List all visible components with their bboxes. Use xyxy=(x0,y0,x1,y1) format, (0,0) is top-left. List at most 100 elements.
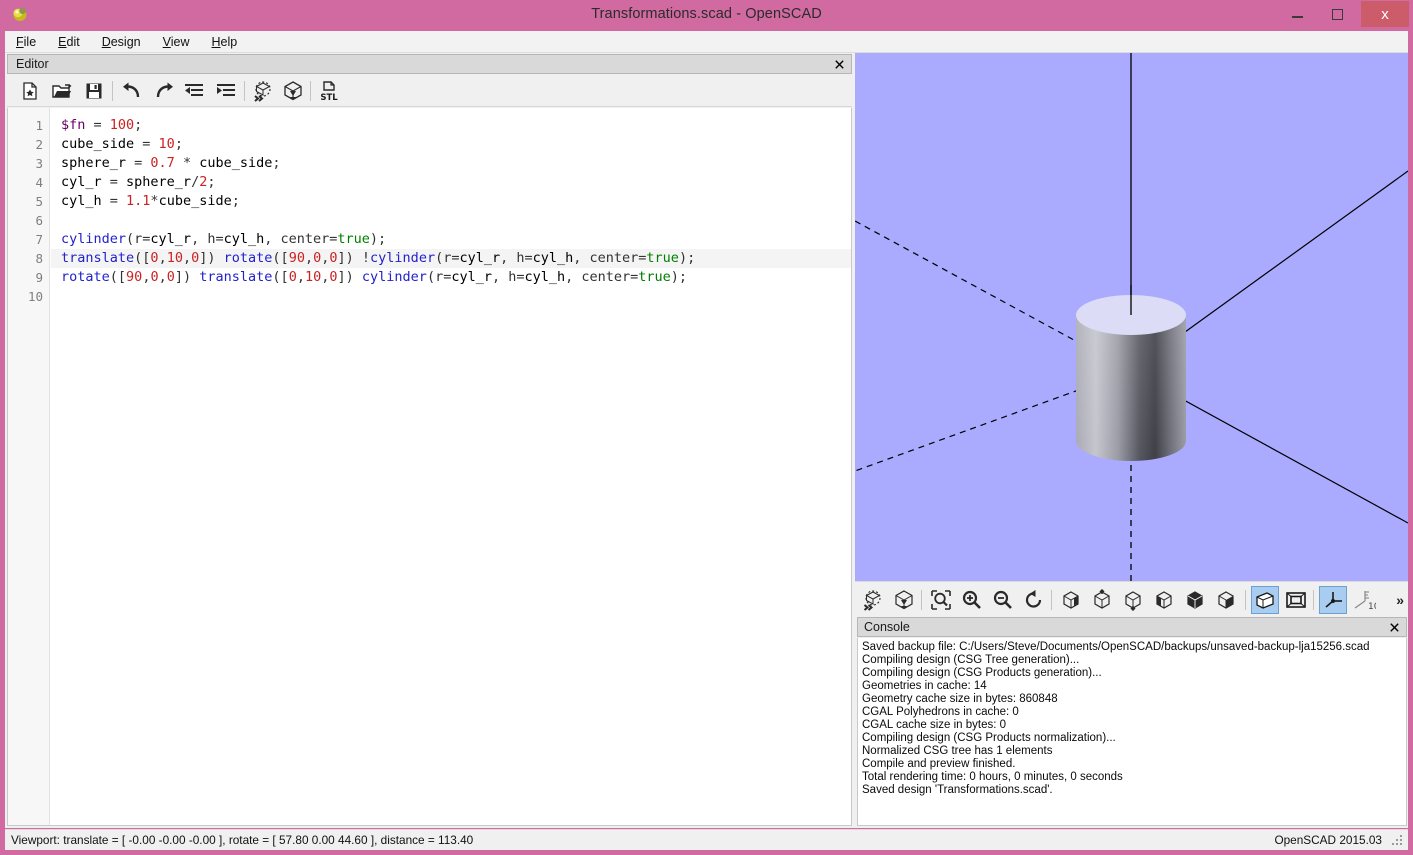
code-token: ; xyxy=(175,136,183,152)
toolbar-overflow-button[interactable]: » xyxy=(1396,592,1404,608)
orthogonal-view-icon xyxy=(1285,589,1307,611)
show-axes-button[interactable] xyxy=(1319,586,1347,614)
code-line[interactable] xyxy=(51,287,851,306)
application-window: Transformations.scad - OpenSCAD x FileEd… xyxy=(0,0,1413,855)
view-top-button[interactable] xyxy=(1088,586,1116,614)
code-token: = xyxy=(134,136,158,152)
zoom-out-icon xyxy=(992,589,1014,611)
view-right-icon xyxy=(1060,589,1082,611)
code-token: ); xyxy=(679,250,695,266)
save-file-button[interactable] xyxy=(81,78,107,104)
new-file-button[interactable] xyxy=(17,78,43,104)
code-token: cube_side xyxy=(159,193,232,209)
zoom-in-icon xyxy=(961,589,983,611)
console-close-button[interactable] xyxy=(1384,619,1404,636)
code-token: , xyxy=(183,250,191,266)
export-stl-button[interactable]: STL xyxy=(316,78,342,104)
code-editor[interactable]: 12345678910 $fn = 100;cube_side = 10;sph… xyxy=(7,108,852,826)
preview-csg-icon xyxy=(862,589,884,611)
code-line[interactable]: cylinder(r=cyl_r, h=cyl_h, center=true); xyxy=(51,230,851,249)
orthogonal-button[interactable] xyxy=(1282,586,1310,614)
preview-button[interactable] xyxy=(250,78,276,104)
code-line[interactable]: $fn = 100; xyxy=(51,116,851,135)
code-line[interactable] xyxy=(51,211,851,230)
zoom-in-button[interactable] xyxy=(958,586,986,614)
show-scale-button[interactable]: 10 xyxy=(1350,586,1378,614)
code-token: 10 xyxy=(305,269,321,285)
minimize-button[interactable] xyxy=(1277,0,1317,28)
version-label: OpenSCAD 2015.03 xyxy=(1274,830,1382,850)
code-token: ; xyxy=(134,117,142,133)
maximize-button[interactable] xyxy=(1317,0,1357,28)
code-token: cylinder xyxy=(61,231,126,247)
code-token: ]) xyxy=(338,269,362,285)
code-token: 0 xyxy=(329,269,337,285)
show-scale-markers-icon: 10 xyxy=(1352,589,1376,611)
view-bottom-button[interactable] xyxy=(1119,586,1147,614)
zoom-all-button[interactable] xyxy=(927,586,955,614)
open-file-button[interactable] xyxy=(49,78,75,104)
maximize-icon xyxy=(1332,9,1343,20)
close-icon xyxy=(835,60,844,69)
reset-view-button[interactable] xyxy=(1020,586,1048,614)
code-token: $fn xyxy=(61,117,85,133)
view-left-button[interactable] xyxy=(1150,586,1178,614)
code-token: , xyxy=(305,250,313,266)
code-line[interactable]: cyl_h = 1.1*cube_side; xyxy=(51,192,851,211)
render-cube-icon xyxy=(893,589,915,611)
menu-file[interactable]: File xyxy=(5,31,47,53)
perspective-button[interactable] xyxy=(1251,586,1279,614)
title-bar: Transformations.scad - OpenSCAD x xyxy=(0,0,1413,28)
console-line: Saved design 'Transformations.scad'. xyxy=(862,784,1402,797)
editor-dock-titlebar: Editor xyxy=(7,54,852,74)
editor-close-button[interactable] xyxy=(828,56,850,73)
render-button[interactable] xyxy=(280,78,306,104)
render-button[interactable] xyxy=(890,586,918,614)
zoom-out-button[interactable] xyxy=(989,586,1017,614)
3d-viewport[interactable]: z y x xyxy=(855,53,1408,581)
code-line[interactable]: cyl_r = sphere_r/2; xyxy=(51,173,851,192)
code-line[interactable]: sphere_r = 0.7 * cube_side; xyxy=(51,154,851,173)
console-output[interactable]: Saved backup file: C:/Users/Steve/Docume… xyxy=(857,638,1407,826)
menu-design[interactable]: Design xyxy=(91,31,152,53)
preview-button[interactable] xyxy=(859,586,887,614)
code-token: , h= xyxy=(191,231,224,247)
view-top-icon xyxy=(1091,589,1113,611)
code-token: cyl_r xyxy=(61,174,102,190)
code-token: cube_side xyxy=(61,136,134,152)
code-token: , center= xyxy=(573,250,646,266)
code-line[interactable]: rotate([90,0,0]) translate([0,10,0]) cyl… xyxy=(51,268,851,287)
view-front-button[interactable] xyxy=(1181,586,1209,614)
undo-button[interactable] xyxy=(119,78,145,104)
code-token: 0.7 xyxy=(150,155,174,171)
indent-button[interactable] xyxy=(213,78,239,104)
line-number: 4 xyxy=(7,173,43,192)
menu-edit[interactable]: Edit xyxy=(47,31,91,53)
code-token: 0 xyxy=(313,250,321,266)
redo-button[interactable] xyxy=(151,78,177,104)
line-number: 2 xyxy=(7,135,43,154)
menu-view[interactable]: View xyxy=(152,31,201,53)
show-axes-icon xyxy=(1322,589,1344,611)
view-right-button[interactable] xyxy=(1057,586,1085,614)
editor-dock-title: Editor xyxy=(16,55,49,74)
close-button[interactable]: x xyxy=(1361,1,1409,27)
unindent-button[interactable] xyxy=(181,78,207,104)
console-line: Compiling design (CSG Products normaliza… xyxy=(862,732,1402,745)
view-back-button[interactable] xyxy=(1212,586,1240,614)
console-line: Saved backup file: C:/Users/Steve/Docume… xyxy=(862,641,1402,654)
console-line: Compiling design (CSG Products generatio… xyxy=(862,667,1402,680)
preview-csg-icon xyxy=(252,80,274,102)
code-line[interactable]: translate([0,10,0]) rotate([90,0,0]) !cy… xyxy=(51,249,851,268)
code-line[interactable]: cube_side = 10; xyxy=(51,135,851,154)
view-all-icon xyxy=(930,589,952,611)
code-lines: $fn = 100;cube_side = 10;sphere_r = 0.7 … xyxy=(51,108,851,825)
console-line: Normalized CSG tree has 1 elements xyxy=(862,745,1402,758)
code-token: ); xyxy=(370,231,386,247)
right-column: z y x xyxy=(855,53,1408,828)
resize-grip[interactable] xyxy=(1392,835,1404,847)
svg-text:10: 10 xyxy=(1368,602,1376,611)
view-front-icon xyxy=(1184,589,1206,611)
line-number: 10 xyxy=(7,287,43,306)
menu-help[interactable]: Help xyxy=(201,31,249,53)
